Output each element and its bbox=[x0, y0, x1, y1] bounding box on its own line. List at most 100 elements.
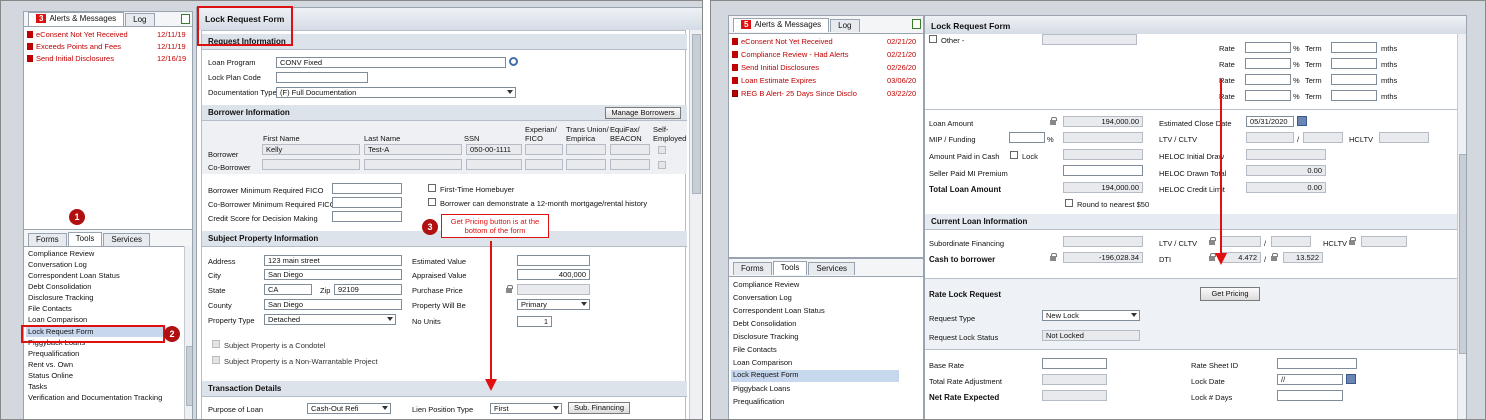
dti-back-field[interactable]: 13.522 bbox=[1283, 252, 1323, 263]
lock-icon[interactable] bbox=[1209, 237, 1216, 245]
alerts-tab[interactable]: 3 Alerts & Messages bbox=[28, 12, 125, 26]
tool-item[interactable]: Verification and Documentation Tracking bbox=[28, 393, 162, 403]
nonwarrant-checkbox[interactable] bbox=[212, 356, 220, 364]
county-field[interactable]: San Diego bbox=[264, 299, 402, 310]
lock-icon[interactable] bbox=[1050, 117, 1057, 125]
purpose-select[interactable]: Cash-Out Refi bbox=[307, 403, 391, 414]
search-icon[interactable] bbox=[509, 57, 518, 66]
rate-field-1[interactable] bbox=[1245, 42, 1291, 53]
base-rate-field[interactable] bbox=[1042, 358, 1107, 369]
request-type-select[interactable]: New Lock bbox=[1042, 310, 1140, 321]
request-status-field[interactable]: Not Locked bbox=[1042, 330, 1140, 341]
get-pricing-button[interactable]: Get Pricing bbox=[1200, 287, 1260, 301]
alert-item[interactable]: Send Initial Disclosures bbox=[27, 54, 114, 65]
lock-icon[interactable] bbox=[1050, 253, 1057, 261]
calendar-icon[interactable] bbox=[1297, 116, 1307, 126]
coborrower-self-employed-checkbox[interactable] bbox=[658, 161, 666, 169]
borrower-last-name[interactable]: Test-A bbox=[364, 144, 462, 155]
coborrower-ssn[interactable] bbox=[466, 159, 522, 170]
current-cltv-field[interactable] bbox=[1271, 236, 1311, 247]
alert-item[interactable]: Loan Estimate Expires bbox=[732, 76, 816, 87]
city-field[interactable]: San Diego bbox=[264, 269, 402, 280]
services-tab[interactable]: Services bbox=[103, 233, 151, 246]
total-adjustment-field[interactable] bbox=[1042, 374, 1107, 385]
tool-item[interactable]: Disclosure Tracking bbox=[28, 293, 93, 303]
log-tab[interactable]: Log bbox=[830, 19, 860, 32]
lock-icon[interactable] bbox=[1271, 253, 1278, 261]
lock-icon[interactable] bbox=[1349, 237, 1356, 245]
cltv-field[interactable] bbox=[1303, 132, 1343, 143]
rate-field-3[interactable] bbox=[1245, 74, 1291, 85]
borrower-first-name[interactable]: Kelly bbox=[262, 144, 360, 155]
property-will-be-select[interactable]: Primary bbox=[517, 299, 590, 310]
co-min-fico-field[interactable] bbox=[332, 197, 402, 208]
term-field-1[interactable] bbox=[1331, 42, 1377, 53]
add-icon[interactable] bbox=[912, 19, 921, 29]
borrower-ssn[interactable]: 050-00-1111 bbox=[466, 144, 522, 155]
alert-item[interactable]: eConsent Not Yet Received bbox=[27, 30, 128, 41]
sub-financing-button[interactable]: Sub. Financing bbox=[568, 402, 630, 414]
round-checkbox[interactable] bbox=[1065, 199, 1073, 207]
alerts-tab[interactable]: 5 Alerts & Messages bbox=[733, 18, 830, 32]
loan-program-field[interactable]: CONV Fixed bbox=[276, 57, 506, 68]
current-hcltv-field[interactable] bbox=[1361, 236, 1407, 247]
doc-type-select[interactable]: (F) Full Documentation bbox=[276, 87, 516, 98]
heloc-credit-field[interactable]: 0.00 bbox=[1246, 182, 1326, 193]
add-icon[interactable] bbox=[181, 14, 190, 24]
tool-item[interactable]: Loan Comparison bbox=[733, 358, 792, 368]
tool-item[interactable]: Debt Consolidation bbox=[28, 282, 91, 292]
term-field-3[interactable] bbox=[1331, 74, 1377, 85]
forms-tab[interactable]: Forms bbox=[28, 233, 67, 246]
tool-item[interactable]: Prequalification bbox=[28, 349, 79, 359]
form-scrollbar[interactable] bbox=[689, 30, 702, 419]
alert-item[interactable]: Send Initial Disclosures bbox=[732, 63, 819, 74]
cash-borrower-field[interactable]: -196,028.34 bbox=[1063, 252, 1143, 263]
forms-tab[interactable]: Forms bbox=[733, 262, 772, 275]
heloc-initial-field[interactable] bbox=[1246, 149, 1326, 160]
tool-item[interactable]: Loan Comparison bbox=[28, 315, 87, 325]
tool-item[interactable]: Rent vs. Own bbox=[28, 360, 73, 370]
tool-item[interactable]: Tasks bbox=[28, 382, 47, 392]
lock-days-field[interactable] bbox=[1277, 390, 1343, 401]
coborrower-equifax[interactable] bbox=[610, 159, 650, 170]
alert-item[interactable]: Compliance Review - Had Alerts bbox=[732, 50, 849, 61]
log-tab[interactable]: Log bbox=[125, 13, 155, 26]
tools-scrollbar[interactable] bbox=[184, 246, 192, 419]
coborrower-transunion[interactable] bbox=[566, 159, 606, 170]
loan-amount-field[interactable]: 194,000.00 bbox=[1063, 116, 1143, 127]
lock-date-field[interactable]: // bbox=[1277, 374, 1343, 385]
right-form-scrollbar[interactable] bbox=[1457, 34, 1466, 419]
est-close-field[interactable]: 05/31/2020 bbox=[1246, 116, 1294, 127]
tool-item[interactable]: Correspondent Loan Status bbox=[733, 306, 825, 316]
tool-item[interactable]: Debt Consolidation bbox=[733, 319, 796, 329]
heloc-drawn-field[interactable]: 0.00 bbox=[1246, 165, 1326, 176]
tool-item[interactable]: Conversation Log bbox=[28, 260, 87, 270]
hcltv-field[interactable] bbox=[1379, 132, 1429, 143]
state-field[interactable]: CA bbox=[264, 284, 312, 295]
tool-item[interactable]: Disclosure Tracking bbox=[733, 332, 798, 342]
calendar-icon[interactable] bbox=[1346, 374, 1356, 384]
tool-item[interactable]: File Contacts bbox=[28, 304, 72, 314]
tool-item[interactable]: Compliance Review bbox=[733, 280, 799, 290]
mip-field[interactable] bbox=[1009, 132, 1045, 143]
rate-field-4[interactable] bbox=[1245, 90, 1291, 101]
credit-score-field[interactable] bbox=[332, 211, 402, 222]
tool-item[interactable]: Correspondent Loan Status bbox=[28, 271, 120, 281]
current-ltv-field[interactable] bbox=[1221, 236, 1261, 247]
other-field[interactable] bbox=[1042, 34, 1137, 45]
address-field[interactable]: 123 main street bbox=[264, 255, 402, 266]
borrower-experian[interactable] bbox=[525, 144, 563, 155]
tool-item[interactable]: Piggyback Loans bbox=[733, 384, 790, 394]
net-rate-field[interactable] bbox=[1042, 390, 1107, 401]
borrower-transunion[interactable] bbox=[566, 144, 606, 155]
tools-tab[interactable]: Tools bbox=[67, 232, 103, 246]
tool-item[interactable]: Status Online bbox=[28, 371, 73, 381]
term-field-4[interactable] bbox=[1331, 90, 1377, 101]
coborrower-experian[interactable] bbox=[525, 159, 563, 170]
tool-item-lock-request[interactable]: Lock Request Form bbox=[731, 370, 899, 382]
coborrower-last-name[interactable] bbox=[364, 159, 462, 170]
tool-item[interactable]: File Contacts bbox=[733, 345, 777, 355]
lock-icon[interactable] bbox=[506, 285, 513, 293]
services-tab[interactable]: Services bbox=[808, 262, 856, 275]
paid-cash-field[interactable] bbox=[1063, 149, 1143, 160]
